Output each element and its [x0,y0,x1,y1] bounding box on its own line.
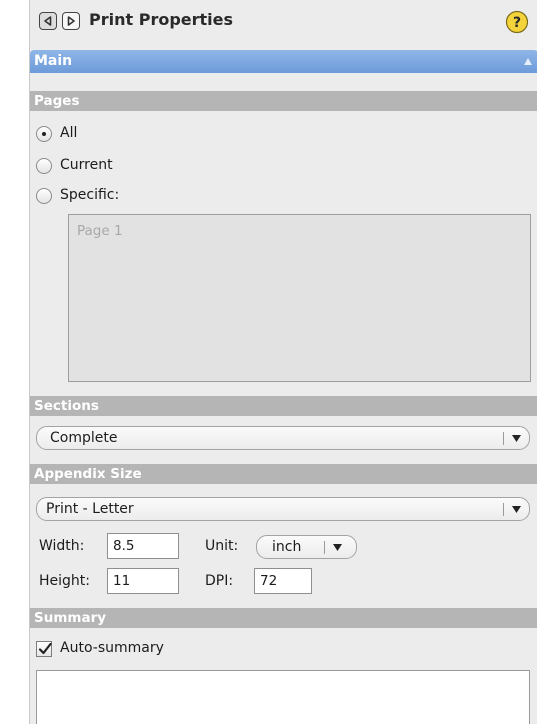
chevron-down-icon [512,506,521,513]
triangle-right-icon [67,16,75,26]
summary-section-label: Summary [34,610,107,626]
back-button[interactable] [39,12,57,30]
appendix-size-section-label: Appendix Size [34,466,142,482]
radio-current[interactable] [36,158,52,174]
summary-textarea[interactable] [36,670,530,724]
chevron-down-icon [512,435,521,442]
collapse-up-icon [524,58,532,65]
dropdown-separator [503,503,504,516]
panel-title: Print Properties [89,10,234,29]
unit-dropdown[interactable]: inch [256,535,357,559]
sections-section-label: Sections [34,398,99,414]
radio-specific[interactable] [36,188,52,204]
checkmark-icon [38,642,52,655]
sections-dropdown[interactable]: Complete [36,426,530,450]
specific-pages-input[interactable]: Page 1 [68,214,531,382]
sections-dropdown-value: Complete [50,430,118,446]
dropdown-separator [503,432,504,445]
print-properties-panel: Print Properties ? Main Pages All Curren… [29,0,537,724]
summary-section-header[interactable]: Summary [30,608,537,628]
sections-section-header[interactable]: Sections [30,396,537,416]
radio-all-label: All [60,125,78,141]
title-bar: Print Properties ? [30,0,537,50]
appendix-size-section-header[interactable]: Appendix Size [30,464,537,484]
pages-section-header[interactable]: Pages [30,91,537,111]
specific-pages-placeholder: Page 1 [77,223,123,239]
app-frame: Print Properties ? Main Pages All Curren… [0,0,537,724]
radio-current-label: Current [60,157,113,173]
paper-size-dropdown[interactable]: Print - Letter [36,497,530,521]
auto-summary-checkbox[interactable] [36,641,52,657]
chevron-down-icon [333,544,342,551]
pages-section-label: Pages [34,93,80,109]
dpi-input[interactable]: 72 [254,568,312,594]
height-label: Height: [39,573,90,589]
left-margin [0,0,29,724]
height-input[interactable]: 11 [107,568,179,594]
dropdown-separator [324,541,325,554]
width-label: Width: [39,538,85,554]
help-icon: ? [505,10,529,34]
radio-specific-label: Specific: [60,187,120,203]
auto-summary-label: Auto-summary [60,640,164,656]
forward-button[interactable] [62,12,80,30]
paper-size-dropdown-value: Print - Letter [46,501,134,517]
unit-label: Unit: [205,538,239,554]
help-button[interactable]: ? [505,10,529,34]
width-input[interactable]: 8.5 [107,533,179,559]
unit-dropdown-value: inch [272,539,302,555]
dpi-label: DPI: [205,573,234,589]
radio-all[interactable] [36,126,52,142]
help-icon-glyph: ? [513,15,521,31]
main-section-label: Main [34,53,73,69]
main-section-header[interactable]: Main [30,50,537,73]
triangle-left-icon [44,16,52,26]
